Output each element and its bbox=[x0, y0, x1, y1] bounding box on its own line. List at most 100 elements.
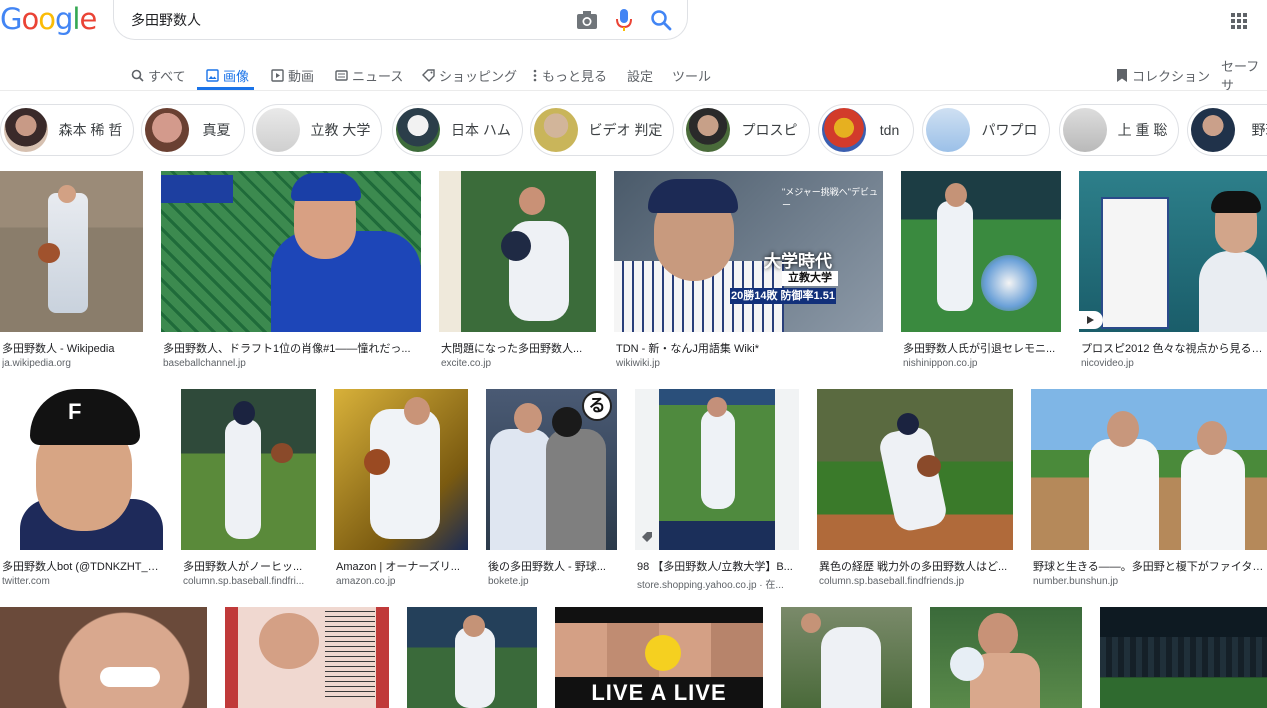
result-image bbox=[407, 607, 537, 708]
video-icon bbox=[271, 68, 284, 82]
image-result[interactable]: "メジャー挑戦へ"デビュー 大学時代 立教大学 20勝14敗 防御率1.51 T… bbox=[614, 171, 883, 371]
collections-link[interactable]: コレクション bbox=[1116, 60, 1210, 90]
tab-shopping[interactable]: ショッピング bbox=[422, 60, 517, 90]
related-chip[interactable]: tdn bbox=[818, 104, 914, 156]
result-title: 大問題になった多田野数人... bbox=[441, 343, 583, 355]
image-result[interactable] bbox=[930, 607, 1082, 708]
image-result[interactable]: F 多田野数人bot (@TDNKZHT_) ... twitter.com bbox=[0, 389, 163, 589]
tab-tools[interactable]: ツール bbox=[672, 60, 711, 90]
related-chip[interactable]: パワプロ bbox=[922, 104, 1050, 156]
mic-icon[interactable] bbox=[614, 8, 634, 32]
chip-thumbnail bbox=[534, 108, 578, 152]
result-image bbox=[181, 389, 316, 550]
result-source: wikiwiki.jp bbox=[616, 358, 660, 369]
image-result[interactable] bbox=[407, 607, 537, 708]
result-image bbox=[817, 389, 1013, 550]
image-result[interactable] bbox=[1100, 607, 1267, 708]
tab-more[interactable]: もっと見る bbox=[532, 60, 607, 90]
result-image bbox=[0, 607, 207, 708]
chip-thumbnail bbox=[396, 108, 440, 152]
result-title: 異色の経歴 戦力外の多田野数人はど... bbox=[819, 561, 1008, 573]
result-title: プロスピ2012 色々な視点から見るイ... bbox=[1081, 343, 1267, 355]
result-source: ja.wikipedia.org bbox=[2, 358, 71, 369]
image-result[interactable]: 野球と生きる——。多田野と榎下がファイター... number.bunshun.… bbox=[1031, 389, 1267, 589]
chip-thumbnail bbox=[1191, 108, 1235, 152]
tag-icon bbox=[422, 68, 435, 82]
image-result[interactable]: Amazon | オーナーズリ... amazon.co.jp bbox=[334, 389, 468, 589]
result-image bbox=[439, 171, 596, 332]
chip-thumbnail bbox=[822, 108, 866, 152]
tab-videos[interactable]: 動画 bbox=[271, 60, 314, 90]
result-image bbox=[334, 389, 468, 550]
chip-thumbnail bbox=[256, 108, 300, 152]
image-result[interactable]: 大問題になった多田野数人... excite.co.jp bbox=[439, 171, 596, 371]
image-result[interactable]: 98 【多田野数人/立教大学】B... store.shopping.yahoo… bbox=[635, 389, 799, 591]
image-result[interactable] bbox=[781, 607, 912, 708]
chip-thumbnail bbox=[686, 108, 730, 152]
google-logo[interactable]: Google bbox=[0, 2, 97, 36]
chip-thumbnail bbox=[4, 108, 48, 152]
result-title: 野球と生きる——。多田野と榎下がファイター... bbox=[1033, 561, 1267, 573]
related-chip[interactable]: 日本 ハム bbox=[392, 104, 523, 156]
result-image bbox=[781, 607, 912, 708]
bookmark-icon bbox=[1117, 68, 1127, 82]
image-result[interactable]: 多田野数人、ドラフト1位の肖像#1——憧れだっ... baseballchann… bbox=[161, 171, 421, 371]
result-title: TDN - 新・なんJ用語集 Wiki* bbox=[616, 343, 759, 355]
related-chip[interactable]: ビデオ 判定 bbox=[530, 104, 674, 156]
related-chip[interactable]: プロスピ bbox=[682, 104, 810, 156]
image-icon bbox=[206, 68, 219, 82]
image-result[interactable]: プロスピ2012 色々な視点から見るイ... nicovideo.jp bbox=[1079, 171, 1267, 371]
news-icon bbox=[335, 69, 348, 81]
image-result[interactable] bbox=[225, 607, 389, 708]
tab-settings[interactable]: 設定 bbox=[627, 60, 653, 90]
related-chip[interactable]: 立教 大学 bbox=[252, 104, 382, 156]
image-result[interactable]: 異色の経歴 戦力外の多田野数人はど... column.sp.baseball.… bbox=[817, 389, 1013, 589]
result-title: Amazon | オーナーズリ... bbox=[336, 561, 460, 573]
result-source: nishinippon.co.jp bbox=[903, 358, 978, 369]
tab-all[interactable]: すべて bbox=[131, 60, 186, 90]
result-source: nicovideo.jp bbox=[1081, 358, 1134, 369]
result-source: bokete.jp bbox=[488, 576, 529, 587]
apps-grid-icon[interactable] bbox=[1231, 13, 1247, 29]
tag-icon bbox=[642, 532, 652, 542]
result-source: excite.co.jp bbox=[441, 358, 492, 369]
result-source: column.sp.baseball.findfriends.jp bbox=[819, 576, 965, 587]
search-icon bbox=[131, 69, 144, 82]
result-source: twitter.com bbox=[2, 576, 50, 587]
tab-images[interactable]: 画像 bbox=[206, 60, 249, 90]
result-title: 多田野数人、ドラフト1位の肖像#1——憧れだっ... bbox=[163, 343, 411, 355]
search-input[interactable]: 多田野数人 bbox=[131, 10, 201, 30]
result-image: る bbox=[486, 389, 617, 550]
image-result[interactable]: る 後の多田野数人 - 野球... bokete.jp bbox=[486, 389, 617, 589]
related-chip[interactable]: 真夏 bbox=[141, 104, 245, 156]
image-result[interactable]: 多田野数人氏が引退セレモニ... nishinippon.co.jp bbox=[901, 171, 1061, 371]
image-result[interactable]: 多田野数人 - Wikipedia ja.wikipedia.org bbox=[0, 171, 143, 371]
safesearch-link[interactable]: セーフサ bbox=[1221, 59, 1267, 93]
related-chip[interactable]: 森本 稀 哲 bbox=[0, 104, 134, 156]
chip-thumbnail bbox=[1063, 108, 1107, 152]
image-result[interactable]: 多田野数人がノーヒッ... column.sp.baseball.findfri… bbox=[181, 389, 316, 589]
result-image: LIVE A LIVE bbox=[555, 607, 763, 708]
header-divider bbox=[0, 90, 1267, 91]
image-result[interactable]: LIVE A LIVE bbox=[555, 607, 763, 708]
result-image bbox=[1079, 171, 1267, 332]
play-icon bbox=[1087, 316, 1094, 324]
result-image bbox=[1031, 389, 1267, 550]
result-image bbox=[161, 171, 421, 332]
result-image bbox=[635, 389, 799, 550]
result-title: 多田野数人 - Wikipedia bbox=[2, 343, 115, 355]
related-chip[interactable]: 野球 bbox=[1187, 104, 1267, 156]
result-title: 多田野数人がノーヒッ... bbox=[183, 561, 303, 573]
result-source: baseballchannel.jp bbox=[163, 358, 246, 369]
result-source: amazon.co.jp bbox=[336, 576, 396, 587]
result-title: 多田野数人氏が引退セレモニ... bbox=[903, 343, 1056, 355]
result-image bbox=[901, 171, 1061, 332]
result-image bbox=[225, 607, 389, 708]
search-icon[interactable] bbox=[650, 9, 672, 31]
camera-icon[interactable] bbox=[576, 10, 598, 30]
related-chip[interactable]: 上 重 聡 bbox=[1059, 104, 1179, 156]
tab-news[interactable]: ニュース bbox=[335, 60, 403, 90]
image-result[interactable] bbox=[0, 607, 207, 708]
result-source: store.shopping.yahoo.co.jp · 在... bbox=[637, 580, 784, 591]
result-source: number.bunshun.jp bbox=[1033, 576, 1119, 587]
